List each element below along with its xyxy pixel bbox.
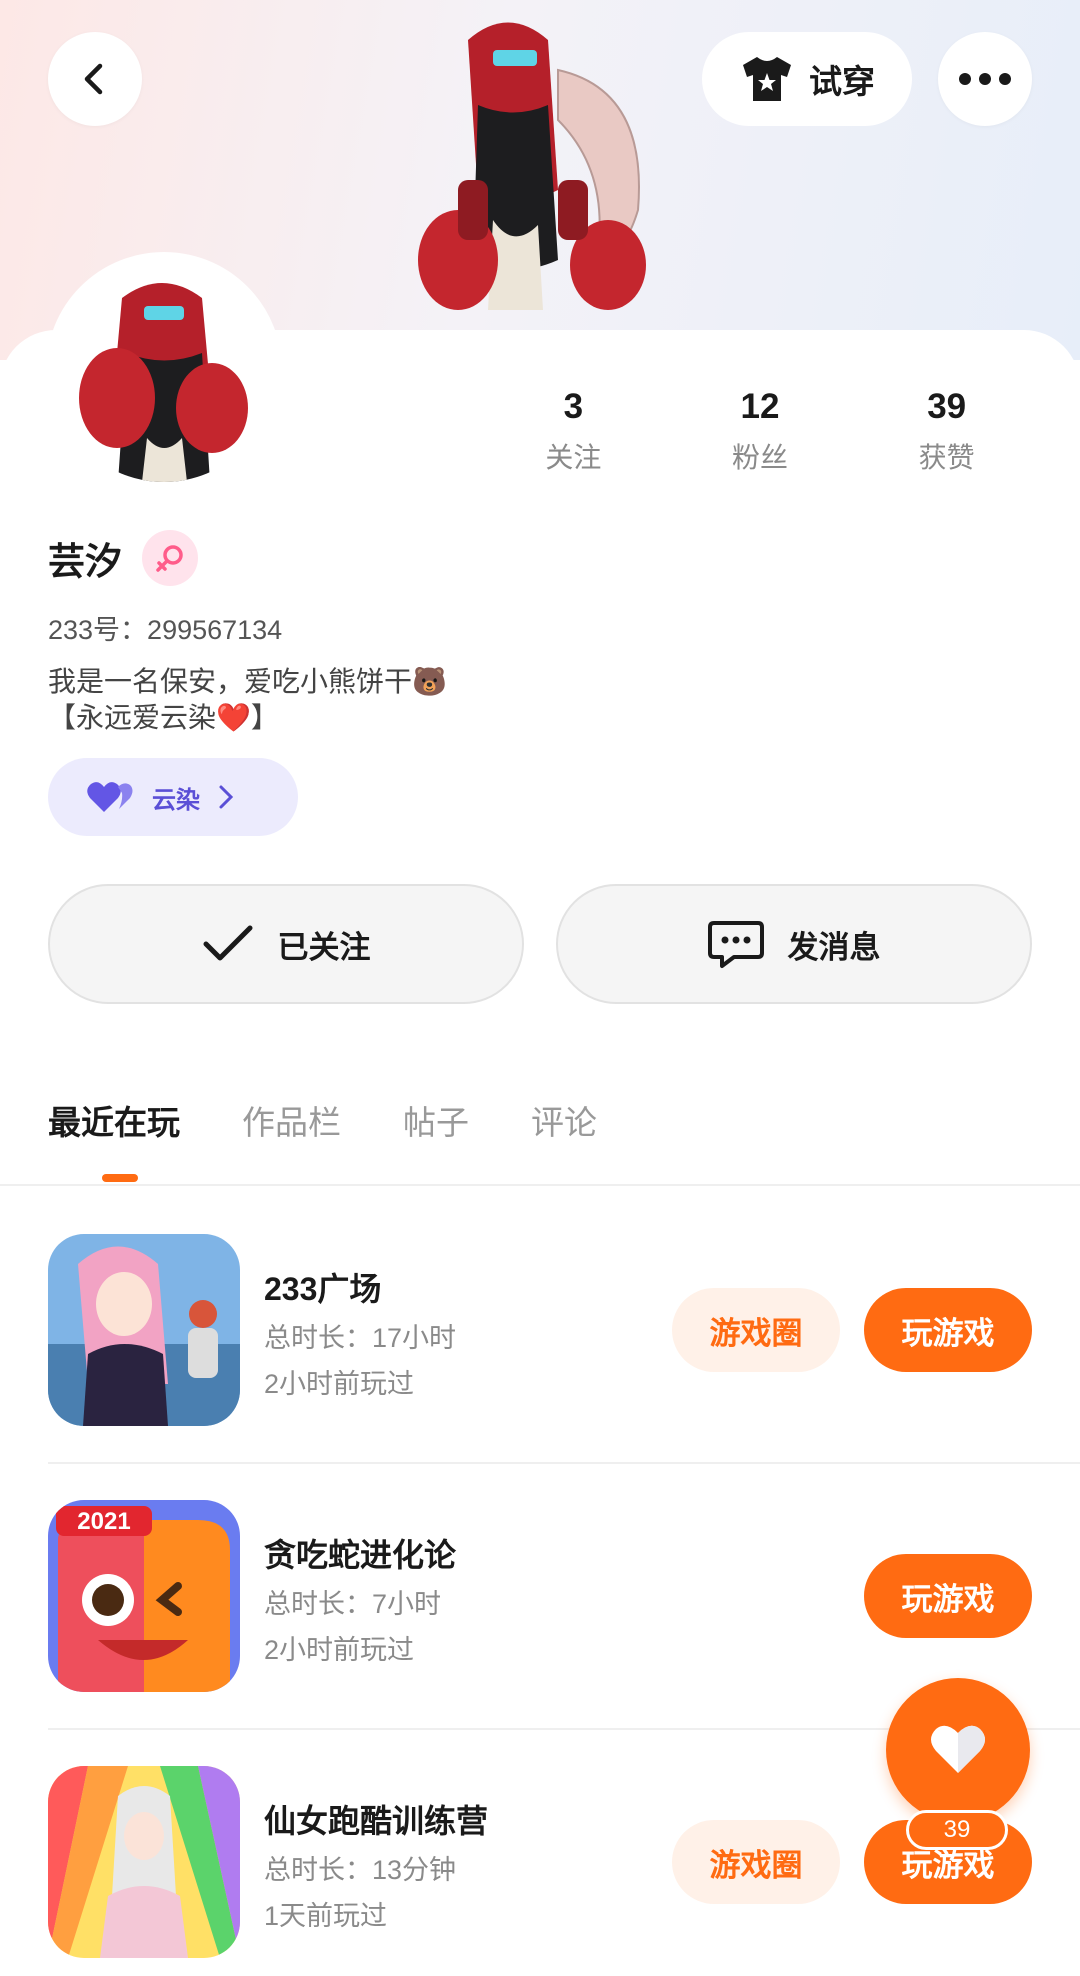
stat-label: 获赞 — [918, 442, 975, 473]
stat-label: 粉丝 — [732, 442, 789, 473]
stat-label: 关注 — [545, 442, 602, 473]
tab-works[interactable]: 作品栏 — [242, 1096, 341, 1144]
avatar-character-illustration — [418, 22, 646, 310]
stat-following[interactable]: 3 关注 — [480, 386, 667, 476]
message-bubble-icon — [707, 921, 764, 968]
like-fab-button[interactable] — [886, 1678, 1030, 1822]
check-icon — [203, 925, 252, 961]
female-icon — [156, 545, 183, 572]
profile-name-row: 芸汐 — [48, 530, 198, 586]
game-last-played: 2小时前玩过 — [264, 1635, 415, 1665]
more-horizontal-icon — [959, 73, 1011, 85]
send-message-button[interactable]: 发消息 — [556, 884, 1032, 1004]
stat-likes[interactable]: 39 获赞 — [853, 386, 1040, 476]
game-circle-button[interactable]: 游戏圈 — [672, 1288, 840, 1372]
followed-label: 已关注 — [277, 929, 371, 965]
avatar[interactable] — [46, 252, 282, 488]
chevron-left-icon — [84, 63, 103, 95]
profile-stats: 3 关注 12 粉丝 39 获赞 — [480, 386, 1040, 476]
tab-recently-played[interactable]: 最近在玩 — [48, 1096, 180, 1144]
game-title: 233广场 — [264, 1271, 382, 1307]
stat-followers[interactable]: 12 粉丝 — [667, 386, 854, 476]
profile-tabs: 最近在玩 作品栏 帖子 评论 — [48, 1096, 597, 1144]
profile-name: 芸汐 — [48, 541, 122, 582]
game-title: 贪吃蛇进化论 — [264, 1537, 457, 1573]
followed-button[interactable]: 已关注 — [48, 884, 524, 1004]
play-game-button[interactable]: 玩游戏 — [864, 1554, 1032, 1638]
heart-icon — [931, 1725, 985, 1773]
icon-badge-text: 2021 — [77, 1508, 130, 1535]
relationship-tag-label: 云染 — [152, 786, 200, 814]
game-list-item[interactable]: 仙女跑酷训练营 总时长：13分钟 1天前玩过 游戏圈 玩游戏 — [48, 1766, 1032, 1958]
game-icon-snake-evolution: 2021 — [48, 1500, 240, 1692]
game-duration: 总时长：13分钟 — [264, 1855, 457, 1885]
list-divider — [48, 1462, 1080, 1464]
game-list-item[interactable]: 233广场 总时长：17小时 2小时前玩过 游戏圈 玩游戏 — [48, 1234, 1032, 1426]
user-id: 233号：299567134 — [48, 615, 283, 645]
active-tab-indicator — [102, 1174, 138, 1182]
back-button[interactable] — [48, 32, 142, 126]
chevron-right-icon — [219, 785, 234, 809]
game-list-item[interactable]: 2021 贪吃蛇进化论 总时长：7小时 2小时前玩过 玩游戏 — [48, 1500, 1032, 1692]
play-game-button[interactable]: 玩游戏 — [864, 1288, 1032, 1372]
stat-value: 39 — [927, 387, 967, 426]
like-count-badge: 39 — [906, 1810, 1008, 1850]
game-duration: 总时长：7小时 — [264, 1589, 442, 1619]
tshirt-icon — [743, 57, 791, 101]
profile-bio: 我是一名保安，爱吃小熊饼干🐻 【永远爱云染❤️】 — [48, 664, 447, 736]
send-message-label: 发消息 — [787, 929, 881, 965]
game-circle-button[interactable]: 游戏圈 — [672, 1820, 840, 1904]
bio-line: 【永远爱云染❤️】 — [48, 702, 279, 733]
game-title: 仙女跑酷训练营 — [264, 1803, 489, 1839]
try-on-label: 试穿 — [809, 63, 875, 100]
game-duration: 总时长：17小时 — [264, 1323, 457, 1353]
bio-line: 我是一名保安，爱吃小熊饼干🐻 — [48, 666, 447, 697]
more-button[interactable] — [938, 32, 1032, 126]
stat-value: 3 — [563, 387, 584, 426]
game-last-played: 2小时前玩过 — [264, 1369, 415, 1399]
tab-divider — [0, 1184, 1080, 1186]
gender-badge — [142, 530, 198, 586]
double-heart-icon — [87, 782, 133, 812]
try-on-button[interactable]: 试穿 — [702, 32, 912, 126]
tab-posts[interactable]: 帖子 — [403, 1096, 469, 1144]
tab-comments[interactable]: 评论 — [531, 1096, 597, 1144]
game-last-played: 1天前玩过 — [264, 1901, 388, 1931]
relationship-tag[interactable]: 云染 — [48, 758, 298, 836]
game-icon-fairy-parkour — [48, 1766, 240, 1958]
game-icon-233-plaza — [48, 1234, 240, 1426]
stat-value: 12 — [740, 387, 780, 426]
avatar-character-image — [79, 283, 248, 482]
